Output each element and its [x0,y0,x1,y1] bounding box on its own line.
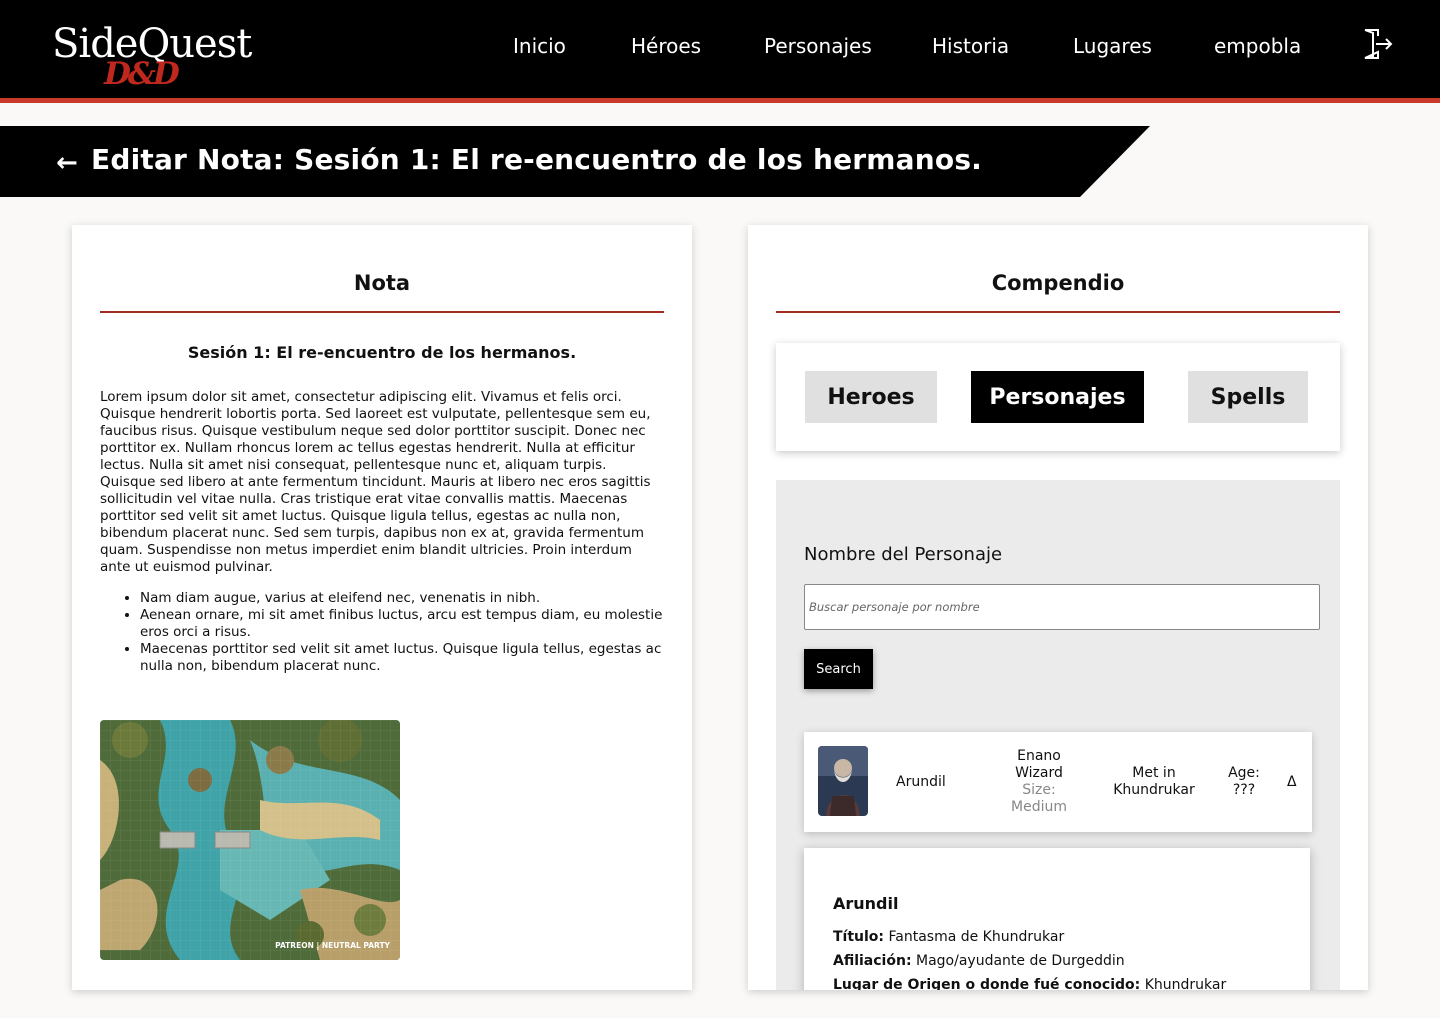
character-avatar [818,746,868,816]
expand-toggle-icon[interactable]: Δ [1287,774,1297,790]
character-search-section: Nombre del Personaje Search Arundil Enan… [776,480,1340,990]
compendium-panel: Compendio Heroes Personajes Spells Nombr… [748,225,1368,990]
note-panel: Nota Sesión 1: El re-encuentro de los he… [72,225,692,990]
main-nav: Inicio Héroes Personajes Historia Lugare… [0,34,1440,62]
list-item: Nam diam augue, varius at eleifend nec, … [140,590,668,607]
field-label: Título: [833,929,885,945]
detail-affiliation-field: Afiliación: Mago/ayudante de Durgeddin [833,953,1125,969]
tab-spells[interactable]: Spells [1188,371,1308,423]
character-detail-card: Arundil Título: Fantasma de Khundrukar A… [804,848,1310,990]
nav-inicio[interactable]: Inicio [513,34,566,58]
list-item: Aenean ornare, mi sit amet finibus luctu… [140,607,668,641]
tab-heroes[interactable]: Heroes [805,371,937,423]
field-label: Lugar de Origen o donde fué conocido: [833,977,1141,990]
character-result-row[interactable]: Arundil Enano Wizard Size: Medium Met in… [804,732,1312,832]
search-label: Nombre del Personaje [804,544,1003,565]
nav-historia[interactable]: Historia [932,34,1009,58]
nav-personajes[interactable]: Personajes [764,34,872,58]
search-button[interactable]: Search [804,649,873,689]
detail-title-field: Título: Fantasma de Khundrukar [833,929,1064,945]
character-age: Age: ??? [1224,765,1264,799]
detail-character-name: Arundil [833,894,899,913]
note-panel-heading: Nota [353,271,411,295]
note-body: Lorem ipsum dolor sit amet, consectetur … [100,389,651,575]
detail-origin-field: Lugar de Origen o donde fué conocido: Kh… [833,977,1226,990]
character-size-value: Medium [1011,799,1067,815]
nav-lugares[interactable]: Lugares [1073,34,1152,58]
map-caption: PATREON | NEUTRAL PARTY [275,941,390,951]
divider [776,311,1340,313]
age-label: Age: [1228,765,1260,781]
field-value: Khundrukar [1144,977,1227,990]
logout-icon[interactable] [1362,28,1394,60]
character-met-in: Met in Khundrukar [1111,765,1197,799]
battle-map-image: PATREON | NEUTRAL PARTY [100,720,400,960]
met-in-place: Khundrukar [1113,782,1195,798]
note-title: Sesión 1: El re-encuentro de los hermano… [187,343,577,362]
note-bullet-list: Nam diam augue, varius at eleifend nec, … [140,590,668,675]
character-race-class: Enano Wizard Size: Medium [1001,748,1077,816]
compendium-tabs: Heroes Personajes Spells [776,343,1340,451]
character-size-label: Size: [1022,782,1056,798]
character-race: Enano [1017,748,1061,764]
back-arrow-icon[interactable]: ← [56,148,78,178]
met-in-label: Met in [1132,765,1176,781]
character-class: Wizard [1015,765,1063,781]
page-title: Editar Nota: Sesión 1: El re-encuentro d… [91,143,983,176]
compendium-heading: Compendio [991,271,1125,295]
navbar-accent-line [0,98,1440,103]
character-search-input[interactable] [804,584,1320,630]
list-item: Maecenas porttitor sed velit sit amet lu… [140,641,668,675]
field-value: Mago/ayudante de Durgeddin [916,953,1125,969]
age-value: ??? [1232,782,1256,798]
field-label: Afiliación: [833,953,912,969]
nav-user-profile[interactable]: empobla [1214,34,1301,58]
divider [100,311,664,313]
character-name: Arundil [896,774,946,790]
nav-heroes[interactable]: Héroes [631,34,701,58]
field-value: Fantasma de Khundrukar [888,929,1065,945]
tab-personajes[interactable]: Personajes [971,371,1144,423]
